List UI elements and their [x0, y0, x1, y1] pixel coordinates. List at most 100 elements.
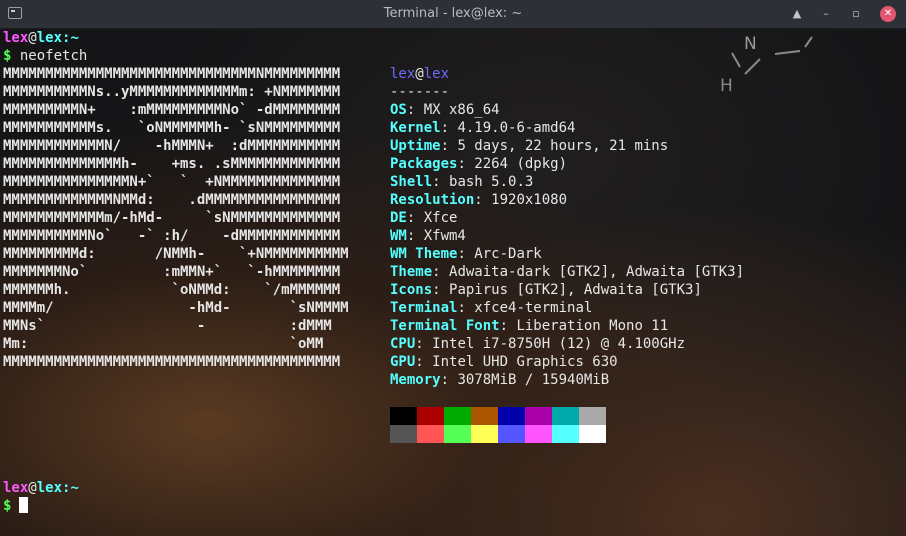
color-swatch — [390, 407, 417, 425]
color-swatch — [444, 425, 471, 443]
info-colon: : — [415, 336, 433, 352]
input-line[interactable]: $ — [3, 497, 29, 515]
info-key: WM Theme — [390, 246, 458, 262]
info-colon: : — [457, 300, 475, 316]
prompt-host-2: lex — [36, 480, 63, 496]
info-row: WM: Xfwm4 — [390, 227, 466, 245]
color-swatch — [525, 407, 552, 425]
info-colon: : — [440, 138, 458, 154]
info-key: WM — [390, 228, 407, 244]
logo-line: MMMMMMMMMMNs..yMMMMMMMMMMMMMm: +NMMMMMMM — [3, 84, 341, 100]
info-value: Adwaita-dark [GTK2], Adwaita [GTK3] — [449, 264, 745, 280]
command-line: $ neofetch — [3, 47, 87, 65]
info-key: Theme — [390, 264, 433, 280]
info-value: 4.19.0-6-amd64 — [457, 120, 576, 136]
logo-line: MMMMMMMNo` :mMMN+` `-hMMMMMMMM — [3, 264, 341, 280]
prompt-user-2: lex — [3, 480, 29, 496]
info-colon: : — [499, 318, 517, 334]
info-key: DE — [390, 210, 407, 226]
logo-line: MMMMMMMMMMMMMMh- +ms. .sMMMMMMMMMMMMM — [3, 156, 341, 172]
info-key: Shell — [390, 174, 433, 190]
logo-line: MMMMMMh. `oNMMd: `/mMMMMMM — [3, 282, 341, 298]
neofetch-host: lex — [423, 66, 450, 82]
info-colon: : — [406, 210, 424, 226]
logo-line: MMMMMMMMMMMs. `oNMMMMMMh- `sNMMMMMMMMM — [3, 120, 341, 136]
prompt-line: lex@lex:~ — [3, 29, 79, 47]
logo-line: MMMMMMMMMMNo` -` :h/ -dMMMMMMMMMMMM — [3, 228, 341, 244]
info-value: Xfwm4 — [423, 228, 466, 244]
logo-line: MMNs` - :dMMM — [3, 318, 332, 334]
color-swatch — [471, 407, 498, 425]
title-bar[interactable]: Terminal - lex@lex: ~ ▲ – ▫ ✕ — [0, 0, 906, 29]
prompt-line-2: lex@lex:~ — [3, 479, 79, 497]
color-swatch — [417, 407, 444, 425]
info-colon: : — [457, 246, 475, 262]
info-row: OS: MX x86_64 — [390, 101, 500, 119]
neofetch-at: @ — [415, 66, 424, 82]
neofetch-separator: ------- — [390, 84, 450, 100]
info-row: GPU: Intel UHD Graphics 630 — [390, 353, 618, 371]
info-colon: : — [415, 354, 433, 370]
logo-line: MMMMMMMMMMMMm/-hMd- `sNMMMMMMMMMMMMM — [3, 210, 341, 226]
info-colon: : — [440, 120, 458, 136]
info-value: 3078MiB / 15940MiB — [457, 372, 610, 388]
logo-line: MMMMMMMMMMMMN/ -hMMMN+ :dMMMMMMMMMMM — [3, 138, 341, 154]
logo-line: MMMMMMMMMN+ :mMMMMMMMMMNo` -dMMMMMMMM — [3, 102, 341, 118]
info-colon: : — [432, 174, 450, 190]
terminal-area[interactable]: N H lex@lex:~ $ neofetch MMMMMMMMMMMMMMM… — [0, 29, 906, 536]
info-key: OS — [390, 102, 407, 118]
logo-line: MMMMMMMMMMMMMNMMd: .dMMMMMMMMMMMMMMMM — [3, 192, 341, 208]
logo-line: MMMMm/ -hMd- `sNMMMM — [3, 300, 349, 316]
text-cursor — [19, 497, 29, 513]
prompt-path: :~ — [62, 30, 79, 46]
prompt-at-2: @ — [28, 480, 37, 496]
maximize-button[interactable]: ▫ — [848, 6, 864, 22]
info-value: Xfce — [423, 210, 458, 226]
color-swatch — [444, 407, 471, 425]
command-text: neofetch — [19, 48, 88, 64]
info-value: Intel UHD Graphics 630 — [432, 354, 618, 370]
info-key: Packages — [390, 156, 458, 172]
close-button[interactable]: ✕ — [880, 6, 896, 22]
info-row: Terminal Font: Liberation Mono 11 — [390, 317, 668, 335]
color-swatch — [417, 425, 444, 443]
molecule-n-label: N — [744, 34, 757, 54]
prompt-at: @ — [28, 30, 37, 46]
color-swatch — [390, 425, 417, 443]
info-key: Memory — [390, 372, 441, 388]
color-swatch — [525, 425, 552, 443]
molecule-bond-nh — [731, 52, 741, 68]
color-swatch — [579, 425, 606, 443]
info-colon: : — [474, 192, 492, 208]
info-key: Kernel — [390, 120, 441, 136]
info-row: CPU: Intel i7-8750H (12) @ 4.100GHz — [390, 335, 685, 353]
info-colon: : — [406, 228, 424, 244]
info-key: Icons — [390, 282, 433, 298]
info-colon: : — [406, 102, 424, 118]
logo-line: MMMMMMMMMMMMMMMMMMMMMMMMMMMMMMMMMMMMMMMM — [3, 354, 341, 370]
info-colon: : — [432, 264, 450, 280]
info-row: Shell: bash 5.0.3 — [390, 173, 533, 191]
info-key: Uptime — [390, 138, 441, 154]
color-swatch — [552, 407, 579, 425]
molecule-h-label: H — [720, 76, 733, 96]
minimize-button[interactable]: – — [818, 6, 834, 22]
prompt-dollar-2: $ — [3, 498, 12, 514]
color-swatch — [552, 425, 579, 443]
info-row: Uptime: 5 days, 22 hours, 21 mins — [390, 137, 668, 155]
logo-line: MMMMMMMMMMMMMMMN+` ` +NMMMMMMMMMMMMMM — [3, 174, 341, 190]
neofetch-user: lex — [390, 66, 416, 82]
info-key: Terminal Font — [390, 318, 500, 334]
info-colon: : — [440, 372, 458, 388]
terminal-window: Terminal - lex@lex: ~ ▲ – ▫ ✕ N H lex@le… — [0, 0, 906, 536]
prompt-user: lex — [3, 30, 29, 46]
info-key: CPU — [390, 336, 416, 352]
info-value: 2264 (dpkg) — [474, 156, 568, 172]
info-row: Kernel: 4.19.0-6-amd64 — [390, 119, 575, 137]
info-row: Theme: Adwaita-dark [GTK2], Adwaita [GTK… — [390, 263, 744, 281]
info-row: Resolution: 1920x1080 — [390, 191, 567, 209]
shade-button[interactable]: ▲ — [789, 6, 805, 22]
info-row: Memory: 3078MiB / 15940MiB — [390, 371, 609, 389]
logo-line: Mm: `oMM — [3, 336, 324, 352]
info-value: MX x86_64 — [423, 102, 500, 118]
